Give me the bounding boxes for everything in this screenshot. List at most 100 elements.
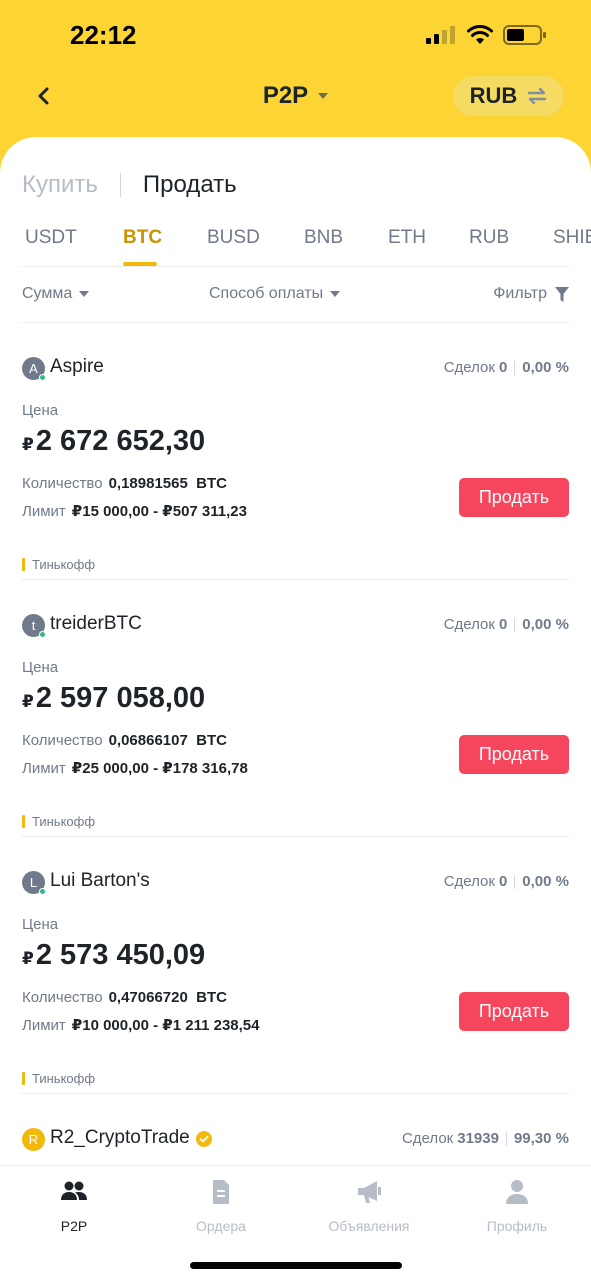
clock: 22:12 xyxy=(70,20,137,50)
fiat-currency-button[interactable]: RUB xyxy=(453,76,564,116)
deals-label: Сделок xyxy=(443,616,495,633)
chevron-down-icon xyxy=(318,92,329,99)
divider xyxy=(22,266,569,267)
coin-tab-eth[interactable]: ETH xyxy=(388,227,426,249)
currency-sign: ₽ xyxy=(22,949,34,968)
nav-orders[interactable]: Ордера xyxy=(147,1178,295,1234)
nav-label: Ордера xyxy=(196,1218,246,1234)
quantity-row: Количество 0,06866107 BTC xyxy=(22,732,227,749)
price-label: Цена xyxy=(22,659,59,676)
offer-card: L Lui Barton's Сделок 0 0,00 % Цена ₽2 573… xyxy=(0,837,591,1094)
quantity-row: Количество 0,18981565 BTC xyxy=(22,475,227,492)
online-indicator xyxy=(39,631,46,638)
limit-value: ₽25 000,00 - ₽178 316,78 xyxy=(71,760,248,777)
nav-label: P2P xyxy=(60,1218,88,1234)
coin-tab-rub[interactable]: RUB xyxy=(469,227,509,249)
sell-button[interactable]: Продать xyxy=(459,992,569,1031)
buy-sell-tabs: Купить Продать xyxy=(22,171,237,199)
quantity-value: 0,06866107 BTC xyxy=(108,732,227,749)
battery-icon xyxy=(503,25,546,45)
coin-tab-busd[interactable]: BUSD xyxy=(207,227,260,249)
price-value: 2 573 450,09 xyxy=(35,939,206,971)
deals-label: Сделок xyxy=(401,1130,454,1147)
currency-label: RUB xyxy=(469,83,518,108)
app-header: P2P RUB xyxy=(0,70,591,130)
deals-count: 0 xyxy=(498,616,508,633)
coin-tab-shib[interactable]: SHIB xyxy=(553,227,591,249)
online-indicator xyxy=(39,374,46,381)
deals-count: 0 xyxy=(498,873,508,890)
offer-price: ₽2 573 450,09 xyxy=(22,939,205,972)
caret-down-icon xyxy=(79,291,90,297)
merchant-stats: Сделок 0 0,00 % xyxy=(444,873,569,890)
nav-ads[interactable]: Объявления xyxy=(295,1178,443,1234)
avatar[interactable]: t xyxy=(22,614,46,638)
funnel-icon xyxy=(555,286,569,302)
cellular-signal-icon xyxy=(426,26,455,44)
verified-badge-icon xyxy=(196,1131,212,1147)
coin-tabs: USDT BTC BUSD BNB ETH RUB SHIB xyxy=(0,225,591,267)
sell-button[interactable]: Продать xyxy=(459,735,569,774)
payment-filter-label: Способ оплаты xyxy=(209,285,324,302)
status-bar: 22:12 xyxy=(0,0,591,70)
page-title: P2P xyxy=(262,82,309,109)
payment-method-label: Тинькофф xyxy=(32,814,96,829)
avatar[interactable]: A xyxy=(22,357,46,381)
megaphone-icon xyxy=(358,1181,381,1203)
quantity-row: Количество 0,47066720 BTC xyxy=(22,989,227,1006)
offer-card: R R2_CryptoTrade Сделок 31939 99,30 % xyxy=(0,1094,591,1164)
avatar[interactable]: L xyxy=(22,871,46,895)
deals-count: 0 xyxy=(498,359,508,376)
merchant-name[interactable]: R2_CryptoTrade xyxy=(50,1127,190,1149)
online-indicator xyxy=(39,888,46,895)
currency-sign: ₽ xyxy=(22,692,34,711)
coin-tab-usdt[interactable]: USDT xyxy=(25,227,77,249)
amount-filter-label: Сумма xyxy=(22,285,73,302)
price-value: 2 597 058,00 xyxy=(35,682,206,714)
content-card: Купить Продать USDT BTC BUSD BNB ETH RUB… xyxy=(0,137,591,1280)
quantity-value: 0,18981565 BTC xyxy=(108,475,227,492)
price-value: 2 672 652,30 xyxy=(35,425,206,457)
filter-button[interactable]: Фильтр xyxy=(493,285,569,303)
coin-tab-btc[interactable]: BTC xyxy=(123,227,162,249)
nav-p2p[interactable]: P2P xyxy=(0,1178,148,1234)
filter-label: Фильтр xyxy=(493,285,547,302)
amount-filter[interactable]: Сумма xyxy=(22,285,90,303)
nav-profile[interactable]: Профиль xyxy=(443,1178,591,1234)
price-label: Цена xyxy=(22,402,59,419)
merchant-stats: Сделок 0 0,00 % xyxy=(444,359,569,376)
users-icon xyxy=(61,1181,87,1200)
tab-sell[interactable]: Продать xyxy=(143,171,237,199)
offer-price: ₽2 672 652,30 xyxy=(22,425,205,458)
merchant-stats: Сделок 31939 99,30 % xyxy=(402,1130,569,1147)
person-icon xyxy=(506,1180,528,1204)
nav-label: Объявления xyxy=(328,1218,410,1234)
tab-separator xyxy=(119,173,121,197)
tab-buy[interactable]: Купить xyxy=(22,171,98,199)
deals-label: Сделок xyxy=(443,359,495,376)
sell-button[interactable]: Продать xyxy=(459,478,569,517)
completion-rate: 0,00 % xyxy=(522,359,569,376)
avatar[interactable]: R xyxy=(22,1128,45,1151)
payment-method-tag: Тинькофф xyxy=(22,814,95,829)
merchant-name[interactable]: Aspire xyxy=(50,356,104,378)
quantity-value: 0,47066720 BTC xyxy=(108,989,227,1006)
wifi-icon xyxy=(467,25,493,44)
merchant-stats: Сделок 0 0,00 % xyxy=(444,616,569,633)
payment-method-tag: Тинькофф xyxy=(22,1071,95,1086)
limit-value: ₽15 000,00 - ₽507 311,23 xyxy=(71,503,247,520)
limit-row: Лимит ₽15 000,00 - ₽507 311,23 xyxy=(22,503,247,520)
payment-method-filter[interactable]: Способ оплаты xyxy=(209,285,341,303)
swap-arrows-icon xyxy=(528,87,547,105)
offer-card: A Aspire Сделок 0 0,00 % Цена ₽2 672 652,3… xyxy=(0,323,591,580)
completion-rate: 99,30 % xyxy=(513,1130,569,1147)
merchant-name[interactable]: Lui Barton's xyxy=(50,870,150,892)
currency-sign: ₽ xyxy=(22,435,34,454)
document-icon xyxy=(213,1180,229,1204)
filter-bar: Сумма Способ оплаты Фильтр xyxy=(22,285,569,309)
coin-tab-bnb[interactable]: BNB xyxy=(304,227,343,249)
deals-count: 31939 xyxy=(457,1130,499,1147)
limit-row: Лимит ₽10 000,00 - ₽1 211 238,54 xyxy=(22,1017,260,1034)
limit-row: Лимит ₽25 000,00 - ₽178 316,78 xyxy=(22,760,248,777)
merchant-name[interactable]: treiderBTC xyxy=(50,613,142,635)
